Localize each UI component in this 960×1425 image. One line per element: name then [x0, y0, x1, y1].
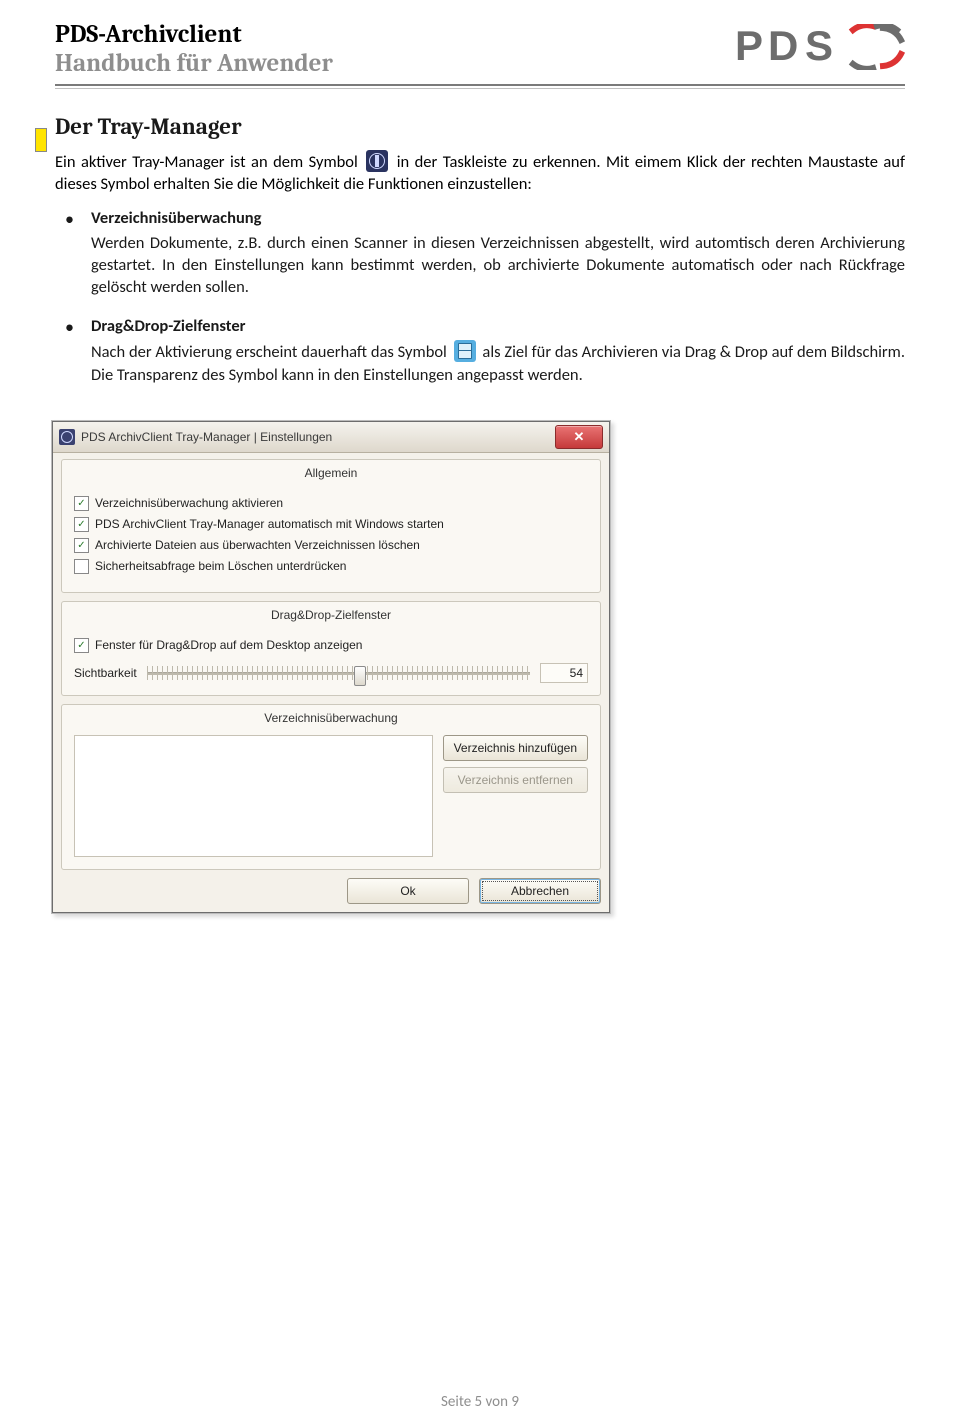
window-title: PDS ArchivClient Tray-Manager | Einstell…	[81, 430, 555, 444]
section-title: Der Tray-Manager	[55, 113, 905, 140]
intro-text-1: Ein aktiver Tray-Manager ist an dem Symb…	[55, 152, 363, 172]
checkbox-label: Verzeichnisüberwachung aktivieren	[95, 496, 283, 510]
opacity-slider[interactable]	[147, 666, 530, 680]
settings-dialog: PDS ArchivClient Tray-Manager | Einstell…	[52, 421, 610, 913]
checkbox-icon[interactable]	[74, 559, 89, 574]
directory-list[interactable]	[74, 735, 433, 857]
page-header: PDS-Archivclient Handbuch für Anwender P…	[55, 20, 905, 78]
checkbox-label: PDS ArchivClient Tray-Manager automatisc…	[95, 517, 444, 531]
bullet-body: Nach der Aktivierung erscheint dauerhaft…	[91, 340, 905, 386]
checkbox-icon[interactable]: ✓	[74, 517, 89, 532]
checkbox-row[interactable]: Sicherheitsabfrage beim Löschen unterdrü…	[74, 559, 588, 574]
group-title: Allgemein	[62, 466, 600, 480]
dragdrop-text-a: Nach der Aktivierung erscheint dauerhaft…	[91, 342, 451, 362]
app-icon	[59, 429, 75, 445]
settings-dialog-screenshot: PDS ArchivClient Tray-Manager | Einstell…	[51, 420, 611, 914]
group-dragdrop: Drag&Drop-Zielfenster ✓ Fenster für Drag&…	[61, 601, 601, 696]
checkbox-label: Fenster für Drag&Drop auf dem Desktop an…	[95, 638, 362, 652]
svg-text:S: S	[805, 24, 833, 69]
group-title: Drag&Drop-Zielfenster	[62, 608, 600, 622]
drop-target-icon	[454, 340, 476, 362]
bullet-dragdrop: Drag&Drop-Zielfenster Nach der Aktivieru…	[55, 316, 905, 386]
slider-value: 54	[540, 663, 588, 683]
group-title: Verzeichnisüberwachung	[62, 711, 600, 725]
titlebar[interactable]: PDS ArchivClient Tray-Manager | Einstell…	[53, 422, 609, 453]
checkbox-icon[interactable]: ✓	[74, 638, 89, 653]
checkbox-row[interactable]: ✓ Verzeichnisüberwachung aktivieren	[74, 496, 588, 511]
bullet-title: Verzeichnisüberwachung	[91, 208, 905, 228]
svg-text:P: P	[735, 24, 763, 69]
checkbox-row[interactable]: ✓ Fenster für Drag&Drop auf dem Desktop a…	[74, 638, 588, 653]
svg-text:D: D	[768, 24, 798, 69]
checkbox-icon[interactable]: ✓	[74, 538, 89, 553]
checkbox-icon[interactable]: ✓	[74, 496, 89, 511]
bullet-verzeichnisueberwachung: Verzeichnisüberwachung Werden Dokumente,…	[55, 208, 905, 299]
header-rule-1	[55, 84, 905, 86]
ok-button[interactable]: Ok	[347, 878, 469, 904]
add-directory-button[interactable]: Verzeichnis hinzufügen	[443, 735, 588, 761]
close-button[interactable]: ✕	[555, 425, 603, 449]
checkbox-label: Archivierte Dateien aus überwachten Verz…	[95, 538, 420, 552]
page-footer: Seite 5 von 9	[0, 1393, 960, 1411]
tray-icon	[366, 150, 388, 172]
group-allgemein: Allgemein ✓ Verzeichnisüberwachung aktivi…	[61, 459, 601, 593]
checkbox-label: Sicherheitsabfrage beim Löschen unterdrü…	[95, 559, 346, 573]
bullet-title: Drag&Drop-Zielfenster	[91, 316, 905, 336]
group-verzeichnis: Verzeichnisüberwachung Verzeichnis hinzu…	[61, 704, 601, 870]
doc-subtitle: Handbuch für Anwender	[55, 49, 333, 78]
header-rule-2	[55, 88, 905, 89]
slider-label: Sichtbarkeit	[74, 666, 137, 680]
doc-title: PDS-Archivclient	[55, 20, 333, 49]
cancel-button[interactable]: Abbrechen	[479, 878, 601, 904]
highlight-marker	[35, 128, 47, 152]
remove-directory-button: Verzeichnis entfernen	[443, 767, 588, 793]
checkbox-row[interactable]: ✓ Archivierte Dateien aus überwachten Ver…	[74, 538, 588, 553]
slider-knob[interactable]	[354, 666, 366, 686]
bullet-body: Werden Dokumente, z.B. durch einen Scann…	[91, 232, 905, 299]
brand-logo: P D S	[735, 20, 905, 70]
slider-ticks	[147, 666, 530, 680]
intro-paragraph: Ein aktiver Tray-Manager ist an dem Symb…	[55, 150, 905, 196]
checkbox-row[interactable]: ✓ PDS ArchivClient Tray-Manager automatis…	[74, 517, 588, 532]
